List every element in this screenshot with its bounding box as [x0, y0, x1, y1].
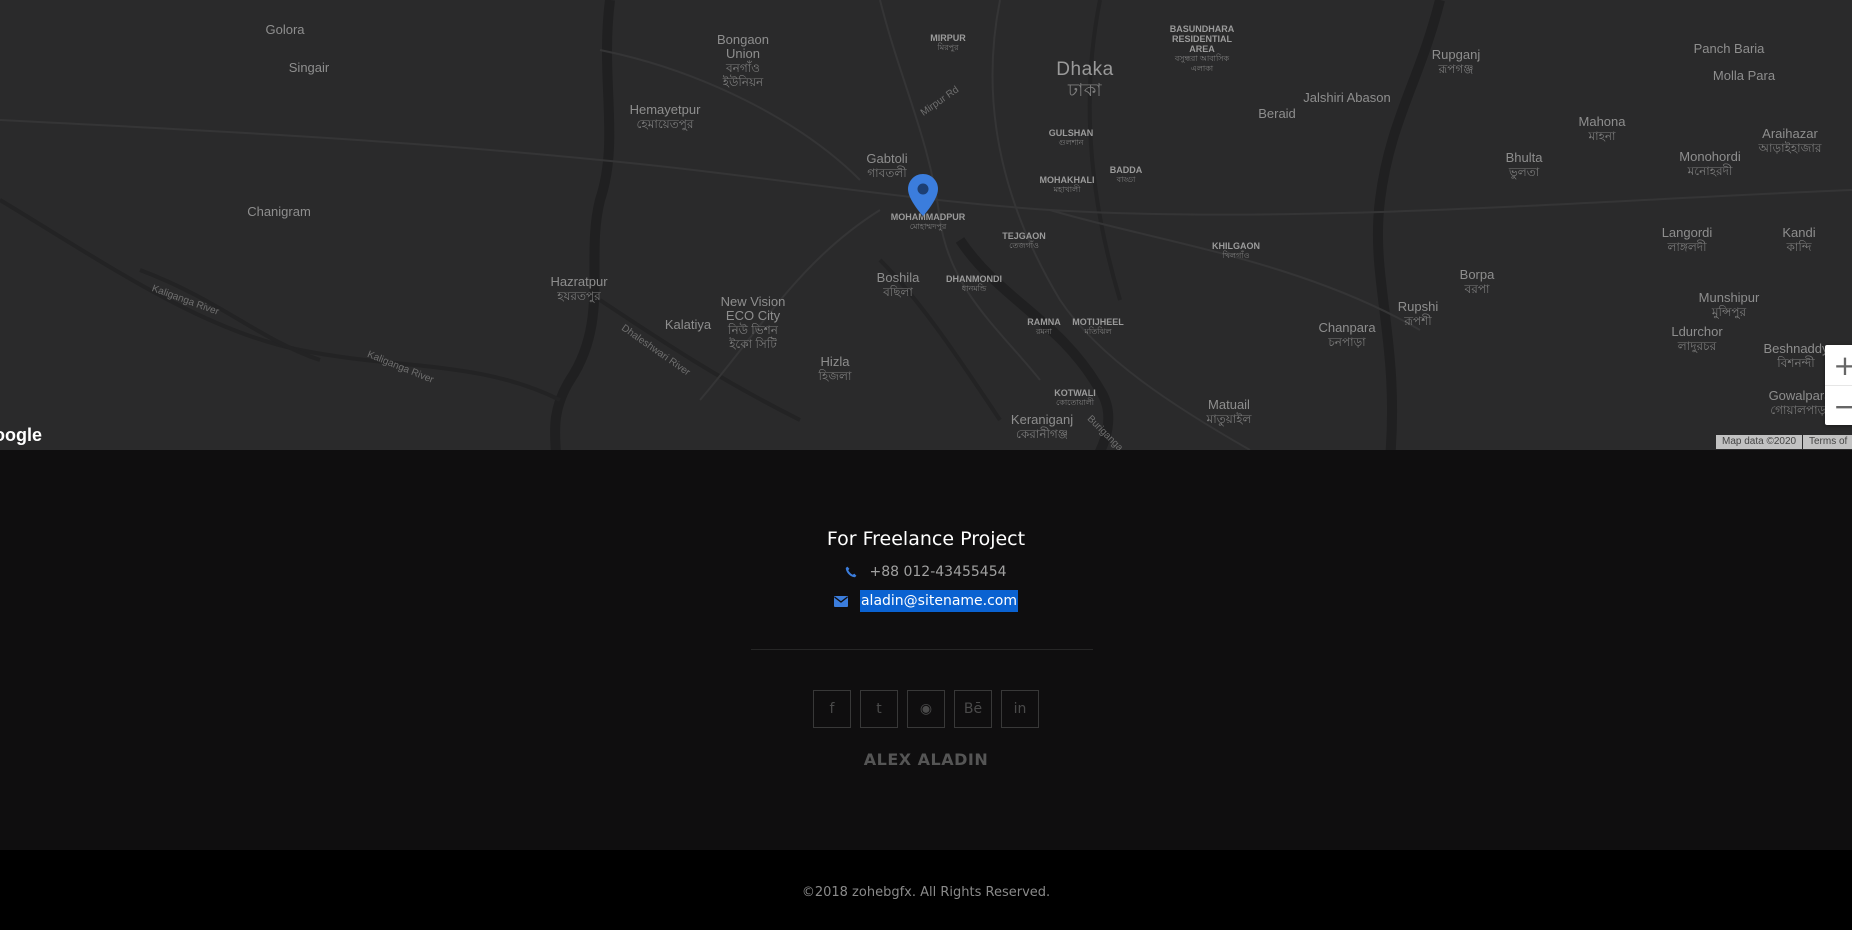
map-place-label: Dhaka ঢাকা — [1056, 59, 1114, 101]
terms-link[interactable]: Terms of — [1803, 435, 1852, 449]
map-place-label: Ldurchor লাদুরচর — [1671, 324, 1723, 354]
map-place-label: Bongaon Union বনগাঁও ইউনিয়ন — [716, 32, 770, 90]
phone-row: +88 012-43455454 — [0, 564, 1852, 580]
behance-button[interactable]: Bē — [954, 690, 992, 728]
twitter-icon: t — [876, 701, 882, 717]
phone-number: +88 012-43455454 — [869, 564, 1007, 580]
map-place-label: Chanigram — [247, 204, 311, 219]
map-data-attribution: Map data ©2020 — [1716, 435, 1803, 449]
map-place-label: DHANMONDI ধানমন্ডি — [946, 274, 1002, 293]
footer: For Freelance Project +88 012-43455454 a… — [0, 450, 1852, 850]
map-place-label: Monohordi মনোহরদী — [1679, 149, 1741, 179]
map-place-label: Gowalpara গোয়ালপাড়া — [1768, 388, 1832, 418]
phone-icon — [846, 566, 857, 578]
map-place-label: Kalatiya — [664, 317, 712, 332]
map-place-label: Chanpara চনপাড়া — [1318, 320, 1376, 350]
map-place-label: TEJGAON তেজগাঁও — [1002, 231, 1046, 250]
map-place-label: Keraniganj কেরানীগঞ্জ — [1010, 412, 1074, 442]
map-place-label: Borpa বরপা — [1459, 267, 1495, 297]
copyright-text: ©2018 zohebgfx. All Rights Reserved. — [801, 885, 1051, 900]
map-place-label: Gabtoli গাবতলী — [866, 151, 908, 181]
map-place-label: GULSHAN গুলশান — [1048, 128, 1094, 147]
behance-icon: Bē — [963, 701, 983, 717]
contact-title: For Freelance Project — [826, 528, 1026, 550]
github-button[interactable]: ◉ — [907, 690, 945, 728]
map-place-label: MOTIJHEEL মতিঝিল — [1072, 317, 1124, 336]
map-place-label: BADDA বাড্ডা — [1109, 165, 1143, 184]
social-links: f t ◉ Bē in — [0, 690, 1852, 728]
google-logo: oogle — [0, 425, 42, 445]
copyright-bar: ©2018 zohebgfx. All Rights Reserved. — [0, 850, 1852, 930]
map-place-label: Hemayetpur হেমায়েতপুর — [629, 102, 701, 132]
brand-name: ALEX ALADIN — [863, 750, 989, 769]
zoom-out-button[interactable]: − — [1825, 385, 1852, 426]
map-place-label: Mahona মাহনা — [1578, 114, 1626, 144]
linkedin-button[interactable]: in — [1001, 690, 1039, 728]
map[interactable]: Golora Singair Bongaon Union বনগাঁও ইউনিয… — [0, 0, 1852, 450]
facebook-button[interactable]: f — [813, 690, 851, 728]
map-place-label: Golora — [265, 22, 305, 37]
map-place-label: Jalshiri Abason — [1303, 90, 1391, 105]
map-place-label: Hizla হিজলা — [818, 354, 852, 384]
map-place-label: Langordi লাঙ্গলদী — [1661, 225, 1713, 255]
map-place-label: KHILGAON খিলগাঁও — [1212, 241, 1260, 260]
map-place-label: Molla Para — [1712, 68, 1776, 83]
map-place-label: Bhulta ভুলতা — [1505, 150, 1543, 180]
map-place-label: Munshipur মুন্সিপুর — [1698, 290, 1760, 320]
divider — [751, 649, 1093, 650]
envelope-icon — [833, 595, 848, 607]
map-place-label: Hazratpur হযরতপুর — [550, 274, 608, 304]
github-icon: ◉ — [919, 701, 933, 717]
map-place-label: Beshnaddy বিশনন্দী — [1763, 341, 1829, 371]
email-link[interactable]: aladin@sitename.com — [859, 590, 1019, 612]
map-place-label: Boshila বছিলা — [876, 270, 920, 300]
map-place-label: New Vision ECO City নিউ ভিশন ইকো সিটি — [720, 294, 786, 352]
zoom-controls: + − — [1825, 345, 1852, 425]
map-place-label: Rupganj রূপগঞ্জ — [1431, 47, 1481, 77]
map-place-label: Panch Baria — [1693, 41, 1765, 56]
map-place-label: Beraid — [1258, 106, 1296, 121]
map-place-label: Araihazar আড়াইহাজার — [1758, 126, 1822, 156]
map-place-label: KOTWALI কোতোয়ালী — [1054, 388, 1096, 407]
map-place-label: Kandi কান্দি — [1782, 225, 1816, 255]
map-place-label: MOHAKHALI মহাখালী — [1039, 175, 1095, 194]
map-place-label: Matuail মাতুয়াইল — [1206, 397, 1252, 427]
linkedin-icon: in — [1013, 701, 1027, 717]
location-pin-icon[interactable] — [907, 173, 939, 217]
zoom-in-button[interactable]: + — [1825, 345, 1852, 385]
map-place-label: Singair — [288, 60, 330, 75]
map-place-label: MIRPUR মিরপুর — [930, 33, 966, 52]
email-row: aladin@sitename.com — [0, 590, 1852, 612]
map-place-label: Rupshi রূপশী — [1397, 299, 1439, 329]
map-place-label: BASUNDHARA RESIDENTIAL AREA বসুন্ধরা আবাস… — [1169, 24, 1235, 73]
twitter-button[interactable]: t — [860, 690, 898, 728]
facebook-icon: f — [829, 701, 835, 717]
map-place-label: RAMNA রমনা — [1027, 317, 1061, 336]
